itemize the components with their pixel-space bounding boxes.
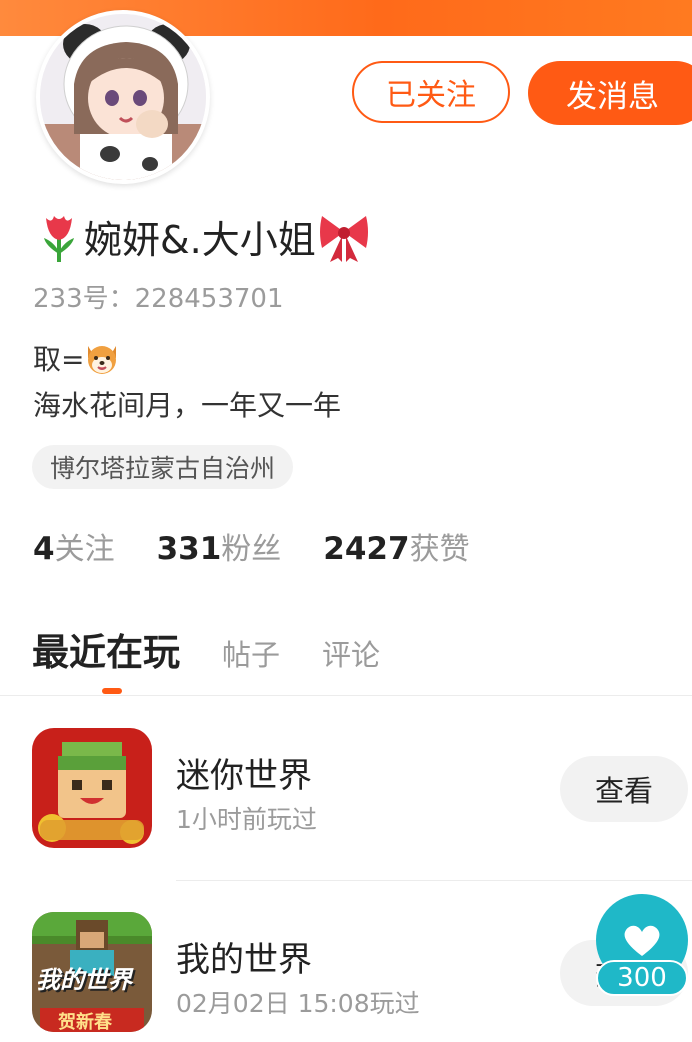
stat-following-count: 4 (33, 531, 55, 567)
tab-posts[interactable]: 帖子 (222, 632, 280, 674)
like-count: 300 (596, 960, 688, 996)
location-tag[interactable]: 博尔塔拉蒙古自治州 (32, 445, 294, 489)
game-title: 我的世界 (176, 940, 312, 980)
heart-icon (624, 925, 660, 956)
stat-fans[interactable]: 331 粉丝 (157, 524, 282, 568)
tulip-icon (44, 216, 74, 262)
bio-line-1: 取= (33, 338, 120, 378)
avatar[interactable] (36, 10, 210, 184)
stat-likes-count: 2427 (323, 531, 410, 567)
tabs-divider (0, 695, 692, 696)
game-title: 迷你世界 (176, 756, 312, 796)
stats-row: 4 关注 331 粉丝 2427 获赞 (33, 524, 512, 568)
bio-line-1-text: 取= (33, 343, 85, 376)
nickname: 婉妍&.大小姐 (34, 206, 372, 266)
follow-button[interactable]: 已关注 (352, 61, 510, 123)
game-last-played: 02月02日 15:08玩过 (176, 989, 420, 1018)
mini-world-icon-art (32, 728, 152, 848)
stat-fans-count: 331 (156, 531, 222, 567)
minecraft-banner-text: 贺新春 (58, 1012, 112, 1032)
tab-recently-played[interactable]: 最近在玩 (32, 622, 180, 676)
tab-comments[interactable]: 评论 (322, 632, 380, 674)
profile-tabs: 最近在玩 帖子 评论 (32, 622, 422, 676)
tab-active-indicator (102, 688, 122, 694)
stat-fans-label: 粉丝 (221, 532, 282, 567)
minecraft-logo-text: 我的世界 (36, 966, 132, 994)
minecraft-icon[interactable]: 我的世界 贺新春 (32, 912, 152, 1032)
nickname-text: 婉妍&.大小姐 (84, 217, 316, 262)
bio-line-2: 海水花间月，一年又一年 (33, 389, 342, 422)
stat-following[interactable]: 4 关注 (33, 524, 115, 568)
ribbon-icon (319, 216, 368, 262)
avatar-illustration (40, 14, 206, 180)
row-divider (176, 880, 692, 881)
shiba-dog-icon (88, 346, 117, 374)
message-button[interactable]: 发消息 (528, 61, 692, 125)
game-last-played: 1小时前玩过 (176, 805, 317, 834)
stat-likes[interactable]: 2427 获赞 (323, 524, 469, 568)
user-id: 233号：228453701 (33, 284, 284, 314)
stat-following-label: 关注 (54, 532, 115, 567)
game-row-mini-world[interactable]: 迷你世界 1小时前玩过 查看 (0, 728, 692, 858)
view-button[interactable]: 查看 (560, 756, 688, 822)
stat-likes-label: 获赞 (409, 532, 470, 567)
mini-world-icon[interactable] (32, 728, 152, 848)
floating-like-button[interactable]: 300 (596, 894, 688, 1002)
